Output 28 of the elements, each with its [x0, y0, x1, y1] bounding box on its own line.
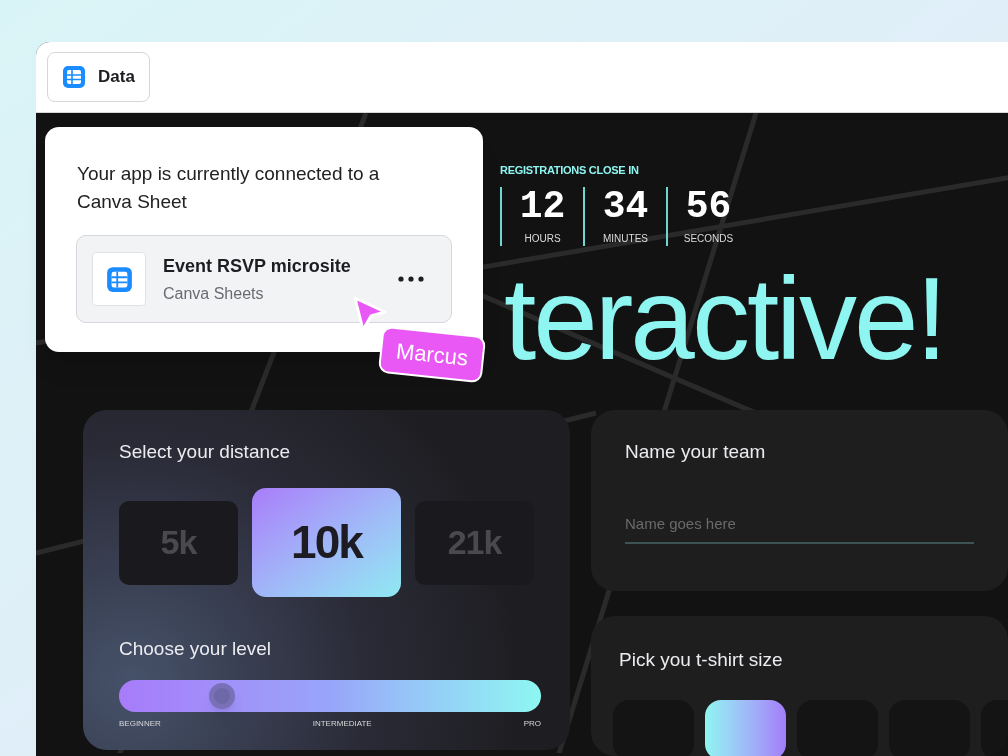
distance-option[interactable]: 10k — [251, 488, 402, 597]
sheet-subtitle: Canva Sheets — [163, 283, 265, 304]
slider-thumb[interactable] — [209, 682, 236, 709]
popup-message: Your app is currently connected to a Canva Sheet — [77, 162, 381, 214]
level-label: BEGINNER — [119, 717, 161, 730]
level-label: INTERMEDIATE — [312, 717, 372, 730]
data-button[interactable]: Data — [47, 52, 150, 102]
countdown-value: 34 — [602, 188, 649, 225]
table-icon — [62, 65, 86, 89]
countdown-unit: MINUTES — [603, 231, 648, 246]
team-name-field[interactable]: Name goes here — [625, 504, 974, 544]
sheet-card[interactable]: Event RSVP microsite Canva Sheets — [76, 235, 452, 323]
level-slider[interactable] — [119, 679, 541, 712]
hero-heading: teractive! — [504, 263, 945, 374]
tshirt-title: Pick you t-shirt size — [619, 647, 784, 672]
countdown-unit: SECONDS — [683, 231, 734, 246]
table-icon — [105, 265, 133, 293]
countdown-value: 56 — [685, 188, 732, 225]
countdown-unit: HOURS — [524, 231, 561, 246]
level-label: PRO — [523, 717, 541, 730]
more-options-icon[interactable] — [398, 276, 424, 282]
level-title: Choose your level — [119, 637, 273, 661]
size-option[interactable] — [705, 700, 786, 756]
team-title: Name your team — [625, 439, 767, 464]
sheet-title: Event RSVP microsite — [163, 254, 352, 278]
distance-title: Select your distance — [119, 439, 292, 464]
countdown-title: REGISTRATIONS CLOSE IN — [500, 163, 640, 178]
countdown-value: 12 — [519, 188, 566, 225]
